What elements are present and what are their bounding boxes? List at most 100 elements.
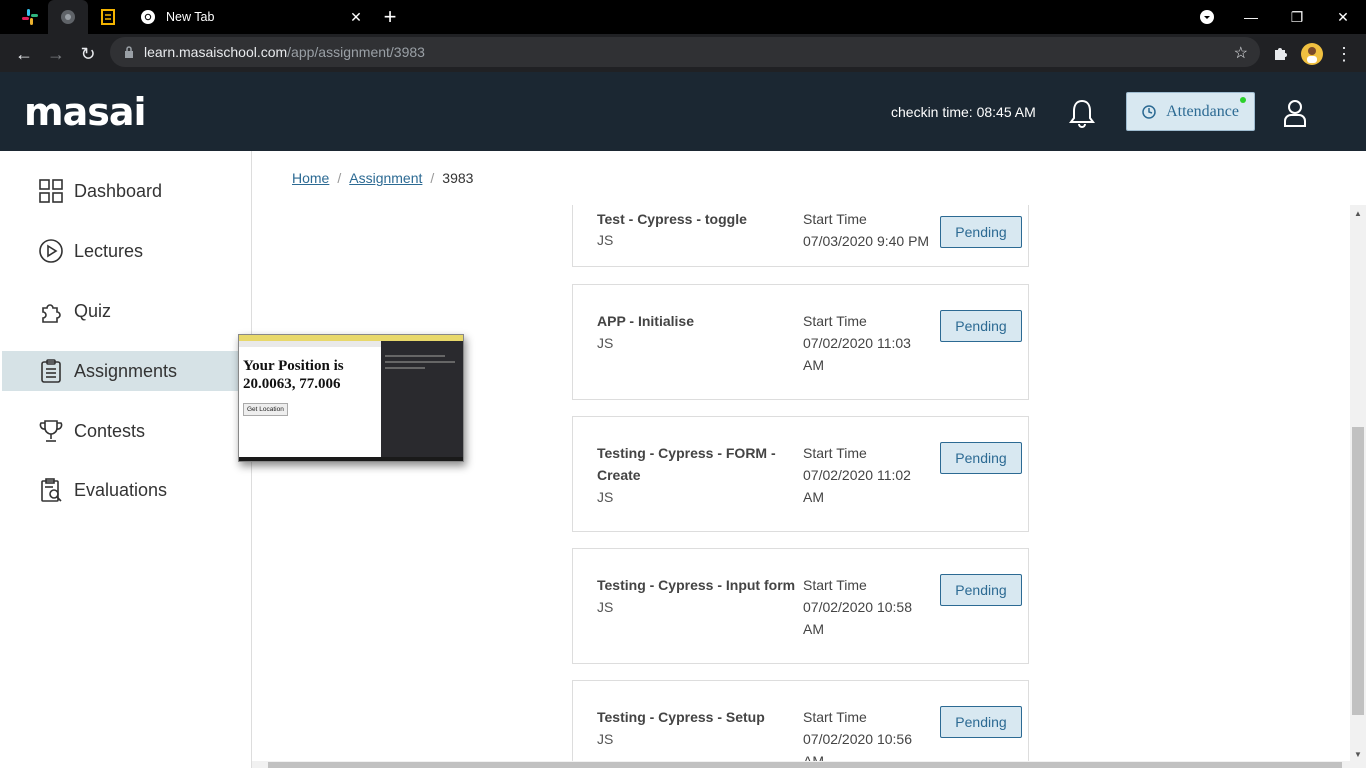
assignment-card[interactable]: Testing - Cypress - Setup JS Start Time … (572, 680, 1029, 761)
puzzle-icon (38, 298, 64, 324)
pending-status-button[interactable]: Pending (940, 706, 1022, 738)
pending-status-button[interactable]: Pending (940, 574, 1022, 606)
back-button[interactable]: ← (10, 40, 38, 68)
chrome-icon (141, 10, 155, 24)
horizontal-scrollbar[interactable] (252, 761, 1366, 768)
tab-title: New Tab (166, 10, 215, 24)
slack-tab[interactable] (10, 0, 50, 34)
browser-tabbar: New Tab ✕ + — ❐ ✕ (0, 0, 1366, 34)
new-tab-button[interactable]: + (378, 3, 402, 31)
vertical-scrollbar[interactable]: ▲ ▼ (1350, 205, 1366, 761)
assignment-tag: JS (597, 489, 614, 505)
app-header: masai checkin time: 08:45 AM Attendance (0, 72, 1366, 151)
scrollbar-thumb[interactable] (268, 762, 1342, 768)
start-time-value: 07/02/2020 11:03 AM (803, 335, 911, 373)
document-icon (101, 9, 115, 25)
attendance-button[interactable]: Attendance (1126, 92, 1255, 131)
reload-button[interactable]: ↻ (74, 40, 102, 68)
breadcrumb-home[interactable]: Home (292, 170, 329, 186)
sidebar-item-lectures[interactable]: Lectures (2, 231, 250, 271)
trophy-icon (38, 418, 64, 444)
sidebar-item-assignments[interactable]: Assignments (2, 351, 250, 391)
start-time-label: Start Time (803, 313, 867, 329)
close-window-button[interactable]: ✕ (1320, 0, 1366, 34)
slack-icon (22, 9, 38, 25)
evaluation-icon (38, 477, 64, 503)
start-time-label: Start Time (803, 211, 867, 227)
start-time-value: 07/02/2020 11:02 AM (803, 467, 911, 505)
close-tab-icon[interactable]: ✕ (344, 9, 368, 26)
restore-button[interactable]: ❐ (1274, 0, 1320, 34)
clipboard-icon (38, 358, 64, 384)
breadcrumb-separator: / (337, 170, 342, 186)
assignment-card[interactable]: Testing - Cypress - FORM - Create JS Sta… (572, 416, 1029, 532)
assignment-card[interactable]: Test - Cypress - toggle JS Start Time 07… (572, 205, 1029, 267)
scrollbar-thumb[interactable] (1352, 427, 1364, 715)
pending-status-button[interactable]: Pending (940, 310, 1022, 342)
bookmark-star-icon[interactable]: ☆ (1234, 43, 1248, 63)
preview-taskbar (239, 457, 463, 461)
globe-icon (61, 10, 75, 24)
start-time-label: Start Time (803, 445, 867, 461)
assignment-tag: JS (597, 731, 614, 747)
scroll-up-arrow-icon[interactable]: ▲ (1354, 209, 1362, 218)
assignment-title: APP - Initialise (597, 313, 694, 329)
assignment-tag: JS (597, 599, 614, 615)
docs-tab[interactable] (88, 0, 128, 34)
masai-logo[interactable]: masai (24, 90, 147, 134)
attendance-label: Attendance (1166, 102, 1239, 120)
scroll-down-arrow-icon[interactable]: ▼ (1354, 750, 1362, 759)
start-time-value: 07/02/2020 10:56 AM (803, 731, 912, 761)
blank-tab[interactable] (48, 0, 88, 34)
preview-get-location-button: Get Location (243, 403, 288, 416)
sidebar-item-label: Dashboard (74, 180, 163, 201)
dashboard-icon (38, 178, 64, 204)
breadcrumb-separator: / (430, 170, 435, 186)
play-circle-icon (38, 238, 64, 264)
sidebar-item-label: Contests (74, 420, 146, 441)
sidebar-item-quiz[interactable]: Quiz (2, 291, 250, 331)
assignment-tag: JS (597, 335, 614, 351)
sidebar-item-contests[interactable]: Contests (2, 411, 250, 451)
address-bar[interactable]: learn.masaischool.com/app/assignment/398… (110, 37, 1260, 67)
assignment-card[interactable]: Testing - Cypress - Input form JS Start … (572, 548, 1029, 664)
browser-toolbar: ← → ↻ learn.masaischool.com/app/assignme… (0, 34, 1366, 72)
breadcrumb-current: 3983 (442, 170, 474, 186)
tab-new-tab[interactable]: New Tab ✕ (128, 0, 368, 34)
url-path: /app/assignment/3983 (287, 44, 425, 60)
minimize-button[interactable]: — (1228, 0, 1274, 34)
breadcrumb: Home / Assignment / 3983 (292, 170, 473, 186)
profile-avatar[interactable] (1298, 40, 1326, 68)
pending-status-button[interactable]: Pending (940, 442, 1022, 474)
sidebar-item-dashboard[interactable]: Dashboard (2, 171, 250, 211)
assignment-list: Test - Cypress - toggle JS Start Time 07… (252, 205, 1350, 761)
breadcrumb-assignment[interactable]: Assignment (349, 170, 422, 186)
window-preview-thumbnail[interactable]: Your Position is 20.0063, 77.006 Get Loc… (238, 334, 464, 462)
assignment-title: Testing - Cypress - FORM - Create (597, 445, 776, 483)
bell-icon[interactable] (1068, 98, 1096, 128)
start-time-value: 07/03/2020 9:40 PM (803, 233, 930, 249)
url-domain: learn.masaischool.com (144, 44, 288, 60)
start-time-value: 07/02/2020 10:58 AM (803, 599, 912, 637)
assignment-title: Test - Cypress - toggle (597, 211, 747, 227)
pending-status-button[interactable]: Pending (940, 216, 1022, 248)
sidebar-item-label: Evaluations (74, 479, 168, 500)
lock-icon (125, 46, 133, 58)
sidebar-item-label: Assignments (74, 360, 178, 381)
profile-menu-button[interactable] (1184, 0, 1230, 34)
assignment-tag: JS (597, 232, 614, 248)
sidebar-item-label: Quiz (74, 300, 112, 321)
chrome-menu-icon[interactable]: ⋮ (1330, 40, 1358, 68)
chevron-down-icon (1200, 10, 1214, 24)
forward-button[interactable]: → (42, 40, 70, 68)
sidebar-item-label: Lectures (74, 240, 144, 261)
sidebar: Dashboard Lectures Quiz Assignments Cont… (0, 151, 252, 768)
extensions-puzzle-icon[interactable] (1266, 40, 1294, 68)
checkin-time: checkin time: 08:45 AM (891, 104, 1036, 120)
url-text: learn.masaischool.com/app/assignment/398… (144, 44, 425, 60)
preview-devtools-panel (381, 341, 463, 459)
sidebar-item-evaluations[interactable]: Evaluations (2, 470, 250, 510)
user-icon[interactable] (1282, 99, 1308, 127)
assignment-card[interactable]: APP - Initialise JS Start Time 07/02/202… (572, 284, 1029, 400)
online-status-dot (1240, 97, 1246, 103)
